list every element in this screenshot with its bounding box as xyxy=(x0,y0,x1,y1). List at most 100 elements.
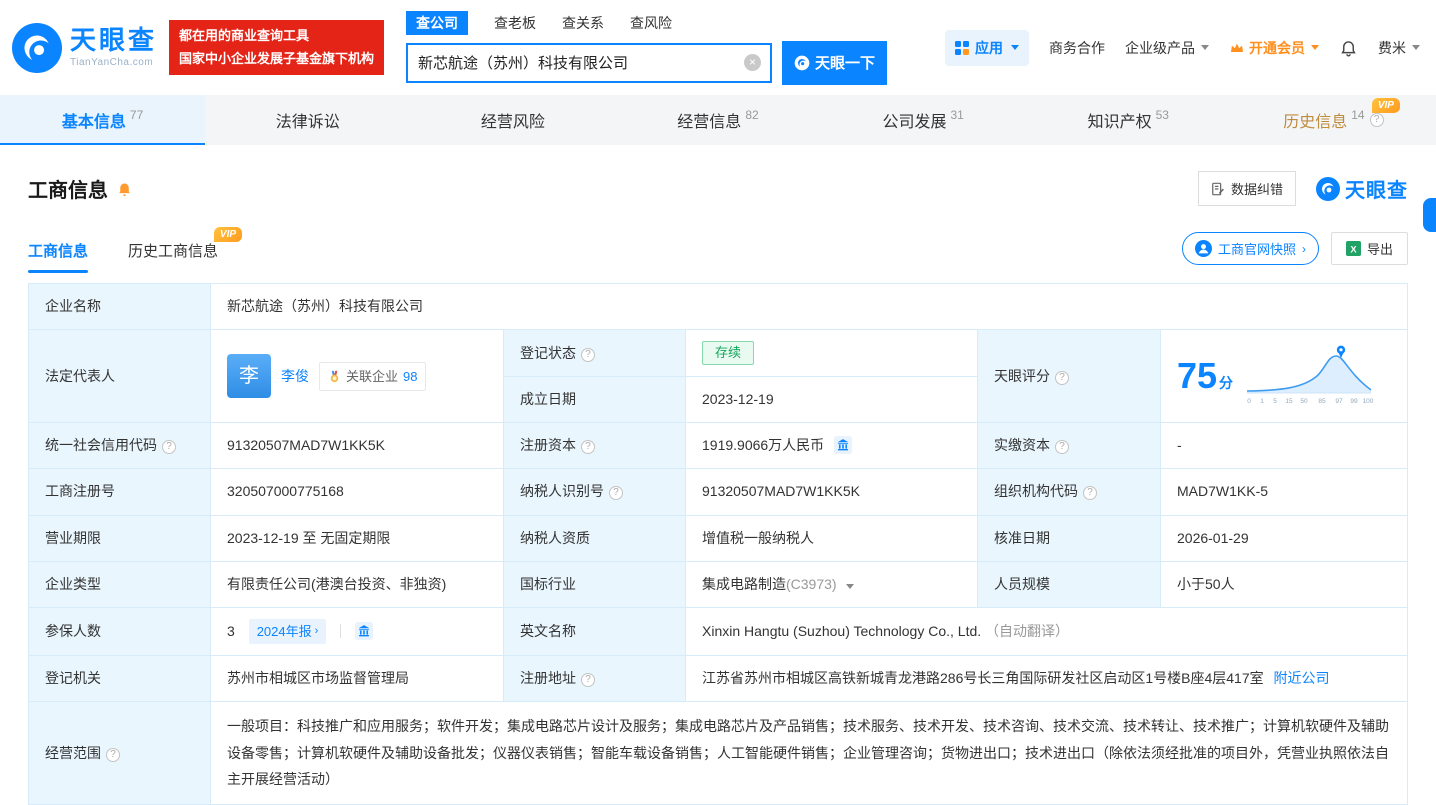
subtab-history-business-info[interactable]: 历史工商信息 VIP xyxy=(128,227,243,273)
legal-rep-value: 李 李俊 关联企业 98 xyxy=(210,329,504,424)
business-scope-value: 一般项目：科技推广和应用服务；软件开发；集成电路芯片设计及服务；集成电路芯片及产… xyxy=(210,701,1408,805)
tianyancha-logo[interactable]: 天眼查 TianYanCha.com xyxy=(12,22,157,73)
tab-historical-info-count: 14 xyxy=(1351,108,1365,122)
reg-address-value: 江苏省苏州市相城区高铁新城青龙港路286号长三角国际研发社区启动区1号楼B座4层… xyxy=(685,655,1408,703)
help-icon[interactable]: ? xyxy=(581,440,595,455)
export-button[interactable]: X 导出 xyxy=(1330,232,1408,265)
help-icon[interactable]: ? xyxy=(1055,370,1069,385)
main-content: 工商信息 数据纠错 天眼查 工商信息 历史工商信息 VIP 工商官网快照 › X… xyxy=(0,145,1436,805)
tianyancha-watermark-icon xyxy=(1316,176,1340,201)
insured-bank-icon[interactable] xyxy=(355,621,374,640)
score-chart[interactable]: 0 1 5 15 50 85 97 99 100 xyxy=(1245,345,1375,407)
business-term-label: 营业期限 xyxy=(28,514,211,562)
taxpayer-quality-label: 纳税人资质 xyxy=(503,514,686,562)
svg-text:100: 100 xyxy=(1363,398,1374,405)
approval-date-label: 核准日期 xyxy=(977,514,1161,562)
search-tab-company[interactable]: 查公司 xyxy=(406,10,469,35)
divider xyxy=(340,623,342,638)
english-name-label: 英文名称 xyxy=(503,606,686,657)
capital-bank-icon[interactable] xyxy=(834,436,853,455)
chevron-right-icon: › xyxy=(1301,241,1306,256)
help-icon[interactable]: ? xyxy=(1083,486,1097,501)
related-companies-button[interactable]: 关联企业 98 xyxy=(319,361,427,391)
credit-code-label: 统一社会信用代码? xyxy=(28,422,211,470)
tab-operational-risk[interactable]: 经营风险 xyxy=(410,95,615,145)
help-icon[interactable]: ? xyxy=(1369,113,1384,127)
enterprise-product-menu[interactable]: 企业级产品 xyxy=(1125,38,1209,58)
vip-badge: VIP xyxy=(1371,98,1400,113)
reg-number-label: 工商注册号 xyxy=(28,468,211,516)
business-term-value: 2023-12-19 至 无固定期限 xyxy=(210,514,504,562)
approval-date-value: 2026-01-29 xyxy=(1160,514,1408,562)
search-tab-relation[interactable]: 查关系 xyxy=(562,11,604,35)
tab-company-development[interactable]: 公司发展 31 xyxy=(821,95,1026,145)
help-icon[interactable]: ? xyxy=(609,486,623,501)
svg-text:X: X xyxy=(1350,244,1357,254)
vip-upgrade-menu[interactable]: 开通会员 xyxy=(1229,38,1319,58)
staff-size-value: 小于50人 xyxy=(1160,560,1408,608)
help-icon[interactable]: ? xyxy=(581,347,595,362)
svg-text:0: 0 xyxy=(1247,398,1251,405)
score-axis-labels: 0 1 5 15 50 85 97 99 100 xyxy=(1247,398,1374,405)
reg-authority-value: 苏州市相城区市场监督管理局 xyxy=(210,655,504,703)
company-name-value: 新芯航途（苏州）科技有限公司 xyxy=(210,282,1408,331)
help-icon[interactable]: ? xyxy=(1055,440,1069,455)
nearby-company-link[interactable]: 附近公司 xyxy=(1274,670,1330,686)
chevron-down-icon[interactable] xyxy=(846,583,855,589)
industry-value: 集成电路制造(C3973) xyxy=(685,560,978,608)
credit-code-value: 91320507MAD7W1KK5K xyxy=(210,422,504,470)
score-label: 天眼评分? xyxy=(977,329,1161,424)
reg-capital-value: 1919.9066万人民币 xyxy=(685,422,978,470)
search-tab-risk[interactable]: 查风险 xyxy=(630,11,672,35)
staff-size-label: 人员规模 xyxy=(977,560,1161,608)
search-tab-boss[interactable]: 查老板 xyxy=(494,11,536,35)
legal-rep-name-link[interactable]: 李俊 xyxy=(281,365,309,388)
search-button[interactable]: 天眼一下 xyxy=(782,40,888,85)
tab-intellectual-property[interactable]: 知识产权 53 xyxy=(1026,95,1231,145)
subscribe-bell-icon[interactable] xyxy=(116,180,133,197)
chevron-down-icon xyxy=(1412,45,1420,50)
notification-bell-icon[interactable] xyxy=(1339,38,1358,57)
slogan-line2: 国家中小企业发展子基金旗下机构 xyxy=(179,50,375,66)
section-title: 工商信息 xyxy=(28,180,108,202)
reg-status-label: 登记状态? xyxy=(503,329,686,378)
est-date-label: 成立日期 xyxy=(503,376,686,424)
svg-text:85: 85 xyxy=(1318,398,1326,405)
search-input[interactable] xyxy=(408,54,771,71)
table-row: 工商注册号 320507000775168 纳税人识别号? 91320507MA… xyxy=(28,468,1408,516)
tab-legal-proceedings[interactable]: 法律诉讼 xyxy=(205,95,410,145)
taxpayer-id-label: 纳税人识别号? xyxy=(503,468,686,516)
tab-basic-info[interactable]: 基本信息 77 xyxy=(0,95,206,145)
insured-count-value: 3 2024年报 › xyxy=(210,606,504,657)
official-snapshot-button[interactable]: 工商官网快照 › xyxy=(1181,232,1319,265)
app-menu[interactable]: 应用 xyxy=(945,29,1029,66)
company-type-value: 有限责任公司(港澳台投资、非独资) xyxy=(210,560,504,608)
user-menu[interactable]: 费米 xyxy=(1378,38,1420,58)
help-icon[interactable]: ? xyxy=(106,747,120,762)
table-row: 经营范围? 一般项目：科技推广和应用服务；软件开发；集成电路芯片设计及服务；集成… xyxy=(28,701,1408,805)
app-grid-icon xyxy=(955,40,969,55)
help-icon[interactable]: ? xyxy=(162,440,176,455)
business-cooperation-link[interactable]: 商务合作 xyxy=(1049,38,1105,58)
data-correction-button[interactable]: 数据纠错 xyxy=(1197,171,1296,206)
insured-count-label: 参保人数 xyxy=(28,606,211,657)
table-row: 营业期限 2023-12-19 至 无固定期限 纳税人资质 增值税一般纳税人 核… xyxy=(28,514,1408,562)
reg-number-value: 320507000775168 xyxy=(210,468,504,516)
tab-historical-info[interactable]: VIP 历史信息 14 ? xyxy=(1231,95,1436,145)
paid-capital-label: 实缴资本? xyxy=(977,422,1161,470)
help-icon[interactable]: ? xyxy=(581,673,595,688)
annual-report-badge[interactable]: 2024年报 › xyxy=(248,618,327,645)
company-nav-tabs: 基本信息 77 法律诉讼 经营风险 经营信息 82 公司发展 31 知识产权 5… xyxy=(0,95,1436,145)
side-float-widget[interactable] xyxy=(1423,198,1436,232)
subtab-business-info[interactable]: 工商信息 xyxy=(28,240,89,273)
tab-historical-info-label: 历史信息 xyxy=(1283,114,1348,131)
search-input-wrap: × xyxy=(406,42,773,83)
clear-icon[interactable]: × xyxy=(744,54,762,71)
vip-badge: VIP xyxy=(213,227,243,242)
legal-rep-avatar[interactable]: 李 xyxy=(227,354,271,399)
tab-business-info[interactable]: 经营信息 82 xyxy=(615,95,820,145)
score-number: 75 分 xyxy=(1177,355,1234,397)
legal-rep-label: 法定代表人 xyxy=(28,329,211,424)
taxpayer-quality-value: 增值税一般纳税人 xyxy=(685,514,978,562)
est-date-value: 2023-12-19 xyxy=(685,376,978,424)
